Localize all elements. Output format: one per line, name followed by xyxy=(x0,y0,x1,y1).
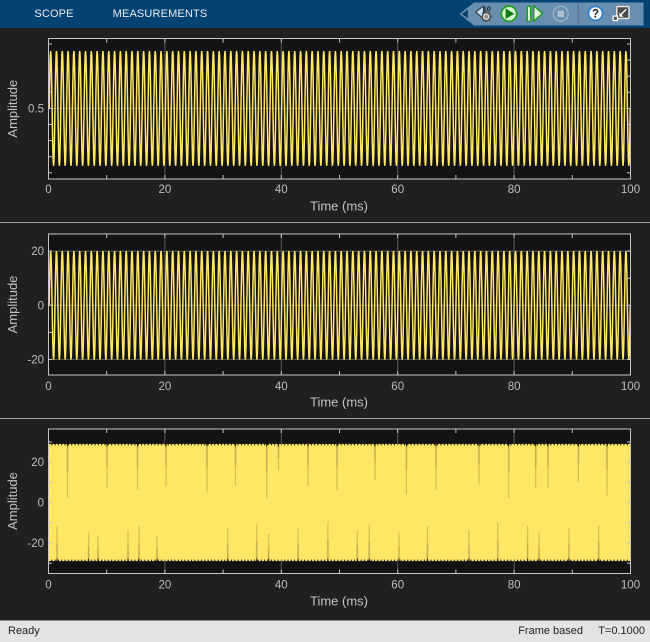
svg-text:100: 100 xyxy=(621,579,640,591)
svg-text:-20: -20 xyxy=(27,355,44,367)
svg-text:40: 40 xyxy=(275,381,288,393)
svg-text:20: 20 xyxy=(159,381,172,393)
svg-text:100: 100 xyxy=(621,381,640,393)
svg-text:Amplitude: Amplitude xyxy=(5,80,20,138)
svg-text:20: 20 xyxy=(31,457,44,469)
svg-text:100: 100 xyxy=(621,184,640,196)
svg-text:60: 60 xyxy=(391,579,404,591)
svg-text:40: 40 xyxy=(275,184,288,196)
svg-text:Time (ms): Time (ms) xyxy=(310,199,368,214)
svg-text:0: 0 xyxy=(45,381,51,393)
svg-text:Time (ms): Time (ms) xyxy=(310,594,368,609)
svg-text:80: 80 xyxy=(508,184,521,196)
svg-text:60: 60 xyxy=(391,184,404,196)
svg-text:Amplitude: Amplitude xyxy=(5,472,20,530)
svg-text:?: ? xyxy=(592,9,599,21)
svg-text:80: 80 xyxy=(508,579,521,591)
svg-text:Amplitude: Amplitude xyxy=(5,276,20,334)
svg-text:0: 0 xyxy=(45,579,51,591)
svg-text:20: 20 xyxy=(159,184,172,196)
svg-text:0.5: 0.5 xyxy=(28,103,44,115)
svg-text:40: 40 xyxy=(275,579,288,591)
svg-text:80: 80 xyxy=(508,381,521,393)
svg-text:-20: -20 xyxy=(27,538,44,550)
svg-text:20: 20 xyxy=(31,246,44,258)
svg-text:0: 0 xyxy=(38,300,44,312)
svg-text:60: 60 xyxy=(391,381,404,393)
svg-text:20: 20 xyxy=(159,579,172,591)
svg-text:Time (ms): Time (ms) xyxy=(310,395,368,410)
svg-text:0: 0 xyxy=(38,498,44,510)
svg-text:0: 0 xyxy=(45,184,51,196)
